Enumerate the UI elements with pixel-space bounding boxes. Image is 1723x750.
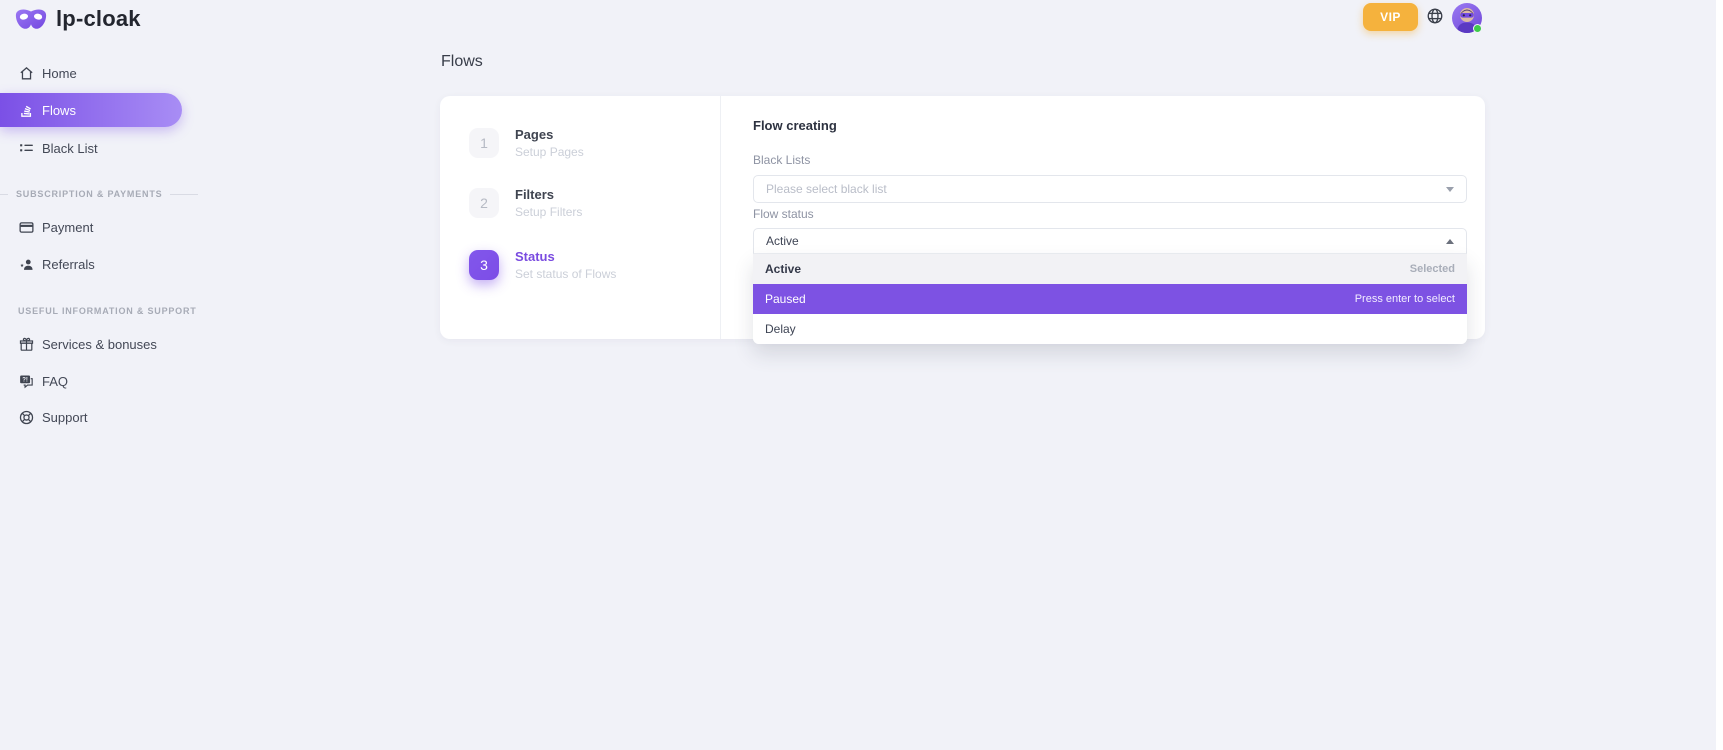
black-lists-label: Black Lists xyxy=(753,153,810,167)
step-filters[interactable]: 2 Filters Setup Filters xyxy=(469,188,582,219)
black-lists-placeholder: Please select black list xyxy=(766,182,887,196)
sidebar-item-label: Referrals xyxy=(42,257,95,272)
list-icon xyxy=(18,140,35,157)
referrals-person-icon xyxy=(18,256,35,273)
step-number-badge: 3 xyxy=(469,250,499,280)
flow-status-value: Active xyxy=(766,234,799,248)
flow-status-select[interactable]: Active xyxy=(753,228,1467,254)
sidebar-item-support[interactable]: Support xyxy=(0,405,88,429)
option-hint: Press enter to select xyxy=(1355,293,1455,305)
chevron-up-icon xyxy=(1446,239,1454,244)
sidebar-item-payment[interactable]: Payment xyxy=(0,215,93,239)
sidebar-section-support: USEFUL INFORMATION & SUPPORT xyxy=(0,306,197,316)
section-divider xyxy=(170,194,198,195)
section-title: SUBSCRIPTION & PAYMENTS xyxy=(16,189,162,199)
option-paused[interactable]: Paused Press enter to select xyxy=(753,284,1467,314)
step-title: Filters xyxy=(515,188,582,202)
option-hint: Selected xyxy=(1410,263,1455,275)
section-title: USEFUL INFORMATION & SUPPORT xyxy=(0,306,197,316)
wizard-steps: 1 Pages Setup Pages 2 Filters Setup Filt… xyxy=(440,96,721,339)
sidebar-item-label: Home xyxy=(42,66,77,81)
sidebar-item-flows[interactable]: Flows xyxy=(0,93,182,127)
step-subtitle: Setup Filters xyxy=(515,205,582,219)
step-subtitle: Setup Pages xyxy=(515,145,584,159)
app-logo: lp-cloak xyxy=(14,6,141,32)
page-scrollbar[interactable] xyxy=(1716,0,1723,750)
sidebar-item-services[interactable]: Services & bonuses xyxy=(0,332,157,356)
sidebar-section-subscription: SUBSCRIPTION & PAYMENTS xyxy=(0,189,198,199)
online-status-dot xyxy=(1473,24,1482,33)
sidebar-item-label: Flows xyxy=(42,103,76,118)
gift-icon xyxy=(18,336,35,353)
step-status[interactable]: 3 Status Set status of Flows xyxy=(469,250,616,281)
lifebuoy-icon xyxy=(18,409,35,426)
step-pages[interactable]: 1 Pages Setup Pages xyxy=(469,128,584,159)
step-title: Status xyxy=(515,250,616,264)
sidebar-item-faq[interactable]: ?! FAQ xyxy=(0,369,68,393)
step-subtitle: Set status of Flows xyxy=(515,267,616,281)
black-lists-select[interactable]: Please select black list xyxy=(753,175,1467,203)
sidebar-item-black-list[interactable]: Black List xyxy=(0,136,98,160)
vip-button[interactable]: VIP xyxy=(1363,3,1418,31)
sidebar-item-label: FAQ xyxy=(42,374,68,389)
sidebar-item-label: Payment xyxy=(42,220,93,235)
option-label: Active xyxy=(765,262,801,276)
mask-logo-icon xyxy=(14,6,48,32)
option-label: Delay xyxy=(765,322,796,336)
option-delay[interactable]: Delay xyxy=(753,314,1467,344)
option-active[interactable]: Active Selected xyxy=(753,254,1467,284)
flows-icon xyxy=(18,102,35,119)
home-icon xyxy=(18,65,35,82)
language-globe-icon[interactable] xyxy=(1426,7,1444,25)
form-title: Flow creating xyxy=(753,118,837,133)
brand-name: lp-cloak xyxy=(56,6,141,32)
flow-status-dropdown: Active Selected Paused Press enter to se… xyxy=(753,254,1467,344)
credit-card-icon xyxy=(18,219,35,236)
section-divider xyxy=(0,194,8,195)
faq-bubble-icon: ?! xyxy=(18,373,35,390)
sidebar-item-referrals[interactable]: Referrals xyxy=(0,252,95,276)
flow-status-label: Flow status xyxy=(753,207,814,221)
chevron-down-icon xyxy=(1446,187,1454,192)
sidebar-item-label: Support xyxy=(42,410,88,425)
step-number-badge: 2 xyxy=(469,188,499,218)
step-title: Pages xyxy=(515,128,584,142)
page-title: Flows xyxy=(441,53,483,71)
option-label: Paused xyxy=(765,292,806,306)
sidebar-item-label: Services & bonuses xyxy=(42,337,157,352)
flow-wizard-card: 1 Pages Setup Pages 2 Filters Setup Filt… xyxy=(440,96,1485,339)
sidebar-item-home[interactable]: Home xyxy=(0,61,77,85)
svg-text:?!: ?! xyxy=(22,377,28,383)
sidebar-item-label: Black List xyxy=(42,141,98,156)
step-number-badge: 1 xyxy=(469,128,499,158)
